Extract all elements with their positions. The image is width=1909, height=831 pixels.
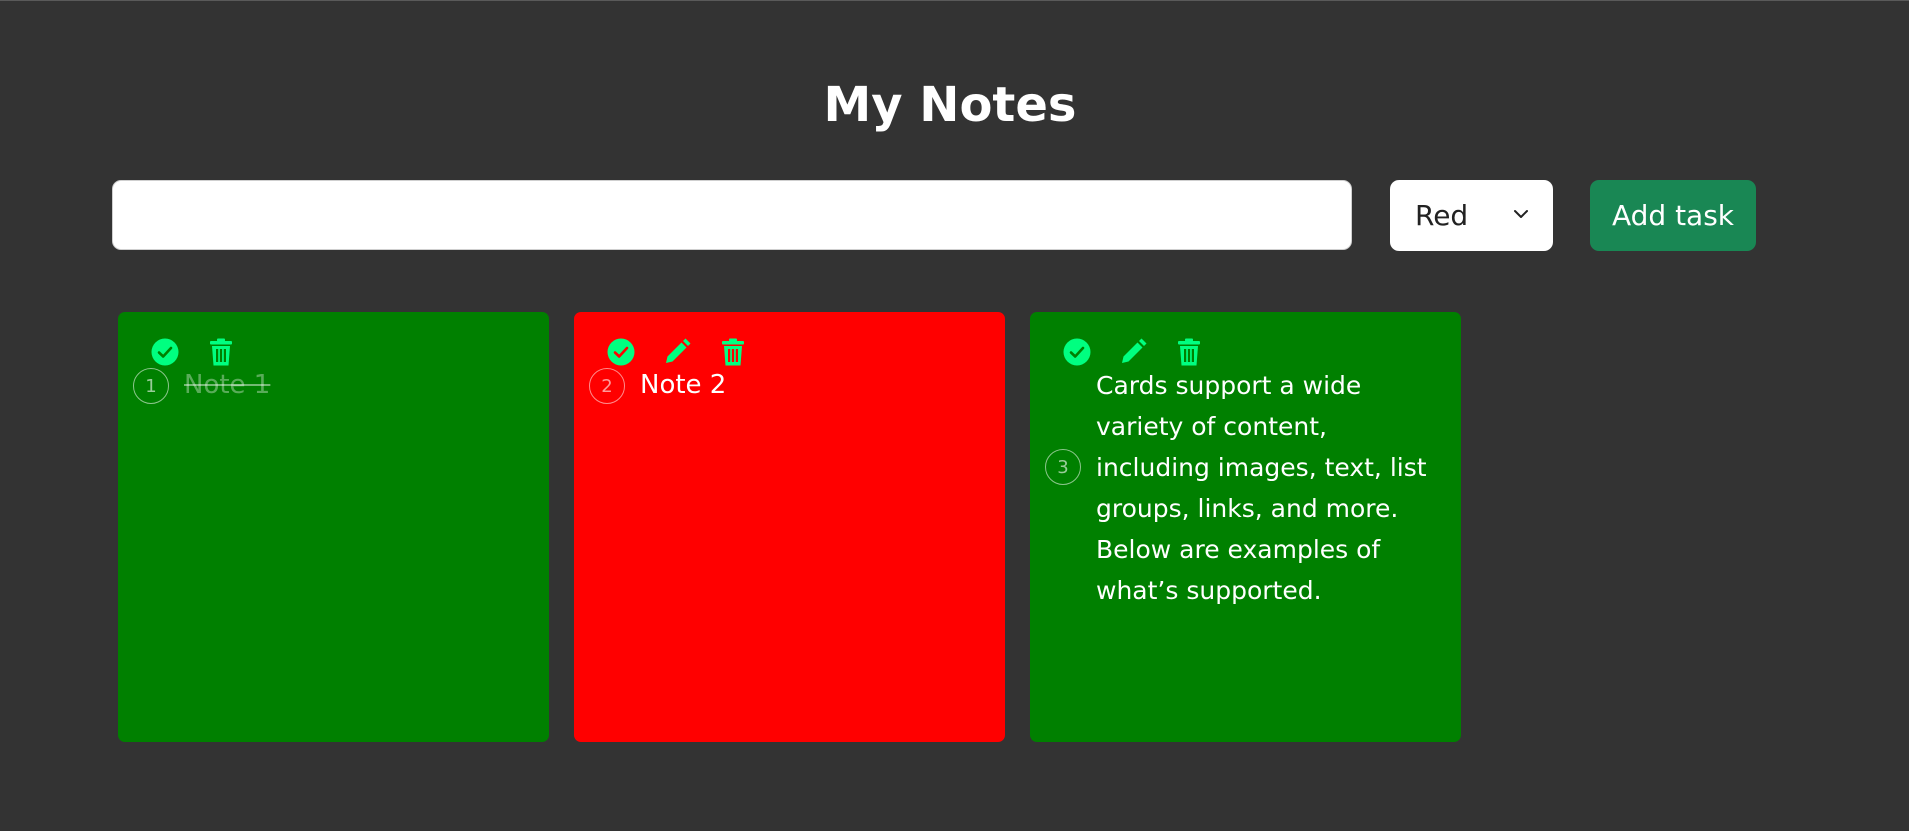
note-card: 1 Note 1 [118,312,549,742]
check-circle-icon[interactable] [603,334,639,370]
add-task-button[interactable]: Add task [1590,180,1756,251]
note-text: Note 2 [640,370,727,400]
note-text: Cards support a wide variety of content,… [1096,371,1427,605]
note-card: 2 Note 2 [574,312,1005,742]
note-card: 3 Cards support a wide variety of conten… [1030,312,1461,742]
note-number-badge: 1 [133,368,169,404]
color-select[interactable]: Red [1390,180,1553,251]
check-circle-icon[interactable] [147,334,183,370]
note-number-badge: 3 [1045,449,1081,485]
check-circle-icon[interactable] [1059,334,1095,370]
color-select-value: Red [1415,199,1469,232]
page-title: My Notes [823,77,1077,133]
chevron-down-icon [1514,210,1528,218]
task-input[interactable] [112,180,1352,250]
note-text: Note 1 [184,370,271,400]
note-number-badge: 2 [589,368,625,404]
